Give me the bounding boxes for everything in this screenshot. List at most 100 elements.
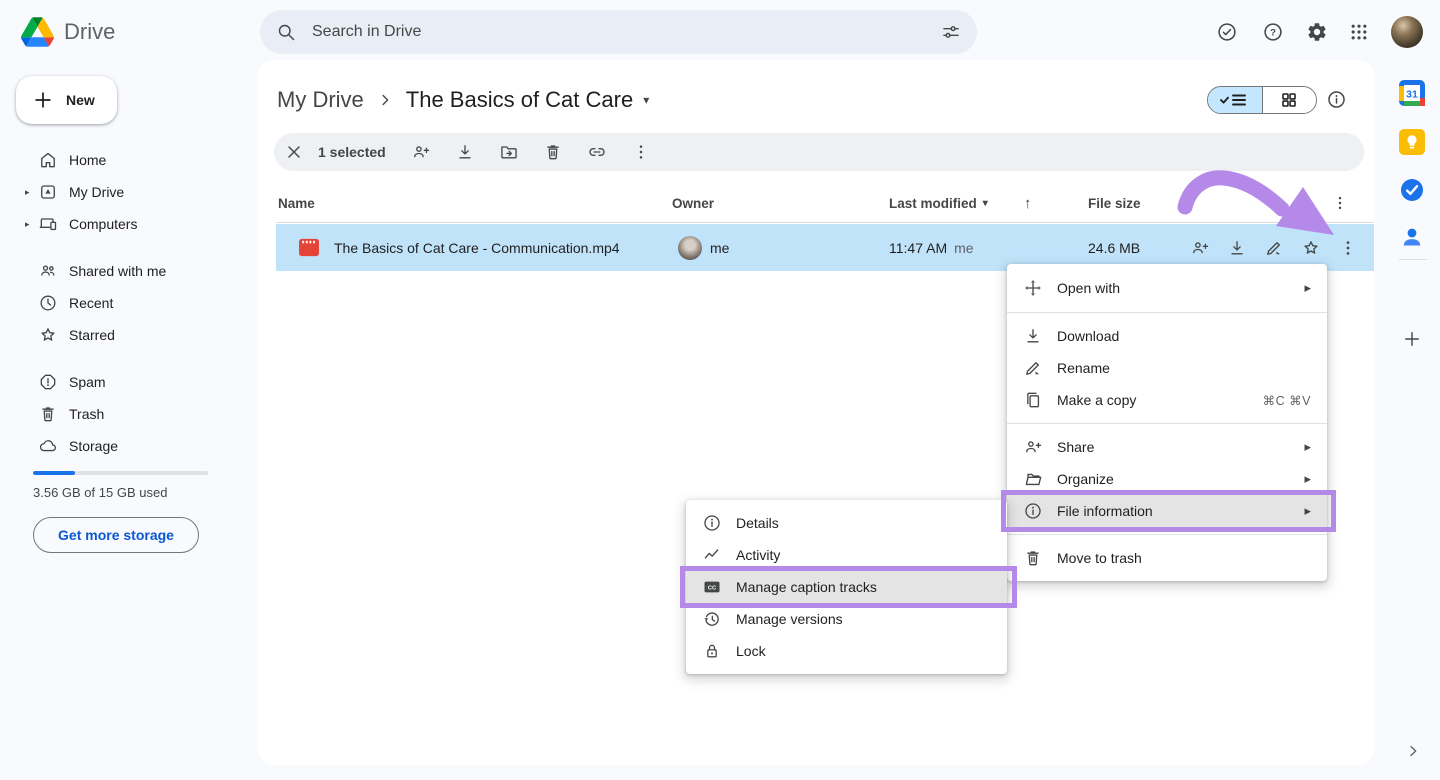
support-button[interactable]: ? [1253, 12, 1293, 52]
menu-item-make-a-copy[interactable]: Make a copy ⌘C ⌘V [1007, 384, 1327, 416]
plus-icon [1402, 329, 1422, 349]
sidebar-item-shared-with-me[interactable]: Shared with me [0, 255, 252, 287]
row-star-button[interactable] [1292, 230, 1329, 266]
menu-item-file-information[interactable]: File information ▸ [1007, 495, 1327, 527]
pencil-icon [1023, 358, 1043, 378]
move-to-folder-button[interactable] [495, 138, 523, 166]
storage-progress-fill [33, 471, 75, 475]
storage-usage-text: 3.56 GB of 15 GB used [33, 485, 167, 500]
contacts-icon [1399, 224, 1425, 250]
sidebar-item-storage[interactable]: Storage [0, 430, 252, 462]
drive-logo[interactable]: Drive [21, 14, 115, 50]
submenu-item-manage-versions[interactable]: Manage versions [686, 603, 1007, 635]
row-rename-button[interactable] [1255, 230, 1292, 266]
clear-selection-button[interactable] [280, 138, 308, 166]
details-info-button[interactable] [1326, 89, 1347, 110]
row-more-options-button[interactable] [1329, 230, 1366, 266]
column-header-file-size[interactable]: File size [1088, 184, 1141, 222]
menu-shortcut: ⌘C ⌘V [1263, 393, 1311, 408]
folder-move-icon [499, 142, 519, 162]
strip-divider [1399, 259, 1427, 260]
column-header-last-modified[interactable]: Last modified▾ [889, 184, 988, 222]
help-icon: ? [1262, 21, 1284, 43]
submenu-item-lock[interactable]: Lock [686, 635, 1007, 667]
expand-caret-icon[interactable]: ▸ [25, 219, 38, 230]
folder-menu-caret-icon[interactable]: ▾ [643, 93, 649, 107]
download-button[interactable] [451, 138, 479, 166]
search-icon [276, 22, 296, 42]
info-icon [1326, 89, 1347, 110]
expand-caret-icon[interactable]: ▸ [25, 187, 38, 198]
menu-divider [1007, 312, 1327, 313]
menu-item-share[interactable]: Share ▸ [1007, 431, 1327, 463]
apps-grid-icon [1349, 22, 1369, 42]
row-download-button[interactable] [1218, 230, 1255, 266]
file-information-submenu: Details Activity CC Manage caption track… [686, 500, 1007, 674]
folder-open-icon [1023, 469, 1043, 489]
more-actions-button[interactable] [627, 138, 655, 166]
offline-status-button[interactable] [1207, 12, 1247, 52]
sidebar-item-spam[interactable]: Spam [0, 366, 252, 398]
table-more-options-button[interactable] [1331, 184, 1349, 222]
tasks-app-button[interactable] [1399, 177, 1425, 203]
grid-view-button[interactable] [1262, 87, 1317, 113]
submenu-arrow-icon: ▸ [1304, 471, 1311, 487]
last-modified-cell: 11:47 AMme [889, 224, 974, 271]
trash-button[interactable] [539, 138, 567, 166]
sidebar-item-home[interactable]: Home [0, 144, 252, 176]
video-file-icon [298, 224, 320, 271]
file-context-menu: Open with ▸ Download Rename Make a copy … [1007, 264, 1327, 581]
sidebar-item-trash[interactable]: Trash [0, 398, 252, 430]
menu-item-organize[interactable]: Organize ▸ [1007, 463, 1327, 495]
trash-icon [543, 142, 563, 162]
add-side-panel-app-button[interactable] [1402, 329, 1422, 349]
column-header-owner[interactable]: Owner [672, 184, 714, 222]
submenu-item-details[interactable]: Details [686, 507, 1007, 539]
copy-icon [1023, 390, 1043, 410]
info-icon [1023, 501, 1043, 521]
sidebar-item-recent[interactable]: Recent [0, 287, 252, 319]
row-share-button[interactable] [1181, 230, 1218, 266]
user-avatar[interactable] [1391, 16, 1423, 48]
contacts-app-button[interactable] [1399, 224, 1425, 250]
settings-button[interactable] [1297, 12, 1337, 52]
new-button[interactable]: New [16, 76, 117, 124]
more-vertical-icon [1331, 194, 1349, 212]
copy-link-button[interactable] [583, 138, 611, 166]
sort-direction-button[interactable]: ↑ [1024, 184, 1032, 222]
side-panel-collapse-button[interactable] [1405, 743, 1421, 759]
submenu-item-activity[interactable]: Activity [686, 539, 1007, 571]
menu-item-download[interactable]: Download [1007, 320, 1327, 352]
column-header-name[interactable]: Name [278, 184, 315, 222]
breadcrumb-my-drive[interactable]: My Drive [277, 87, 364, 113]
menu-item-rename[interactable]: Rename [1007, 352, 1327, 384]
submenu-arrow-icon: ▸ [1304, 280, 1311, 296]
calendar-app-button[interactable]: 31 [1399, 80, 1425, 106]
cloud-storage-icon [38, 436, 58, 456]
apps-grid-button[interactable] [1339, 12, 1379, 52]
sidebar-item-starred[interactable]: Starred [0, 319, 252, 351]
share-button[interactable] [407, 138, 435, 166]
search-bar[interactable] [260, 10, 977, 54]
closed-captions-icon: CC [702, 577, 722, 597]
svg-text:CC: CC [708, 585, 717, 591]
sidebar-item-my-drive[interactable]: ▸ My Drive [0, 176, 252, 208]
offline-check-icon [1216, 21, 1238, 43]
selected-count: 1 selected [318, 144, 386, 160]
search-input[interactable] [310, 22, 927, 42]
drive-logo-icon [21, 17, 54, 47]
list-view-button[interactable] [1208, 87, 1262, 113]
keep-app-button[interactable] [1399, 129, 1425, 155]
sidebar-item-computers[interactable]: ▸ Computers [0, 208, 252, 240]
search-options-tune-icon[interactable] [941, 22, 961, 42]
menu-item-move-to-trash[interactable]: Move to trash [1007, 542, 1327, 574]
submenu-item-manage-caption-tracks[interactable]: CC Manage caption tracks [686, 571, 1007, 603]
breadcrumb-current-folder[interactable]: The Basics of Cat Care [406, 87, 633, 113]
get-more-storage-button[interactable]: Get more storage [33, 517, 199, 553]
download-icon [1023, 326, 1043, 346]
svg-text:31: 31 [1406, 88, 1418, 100]
menu-item-open-with[interactable]: Open with ▸ [1007, 271, 1327, 305]
owner-name: me [710, 224, 729, 271]
list-view-icon [1218, 91, 1252, 109]
download-icon [1227, 238, 1247, 258]
